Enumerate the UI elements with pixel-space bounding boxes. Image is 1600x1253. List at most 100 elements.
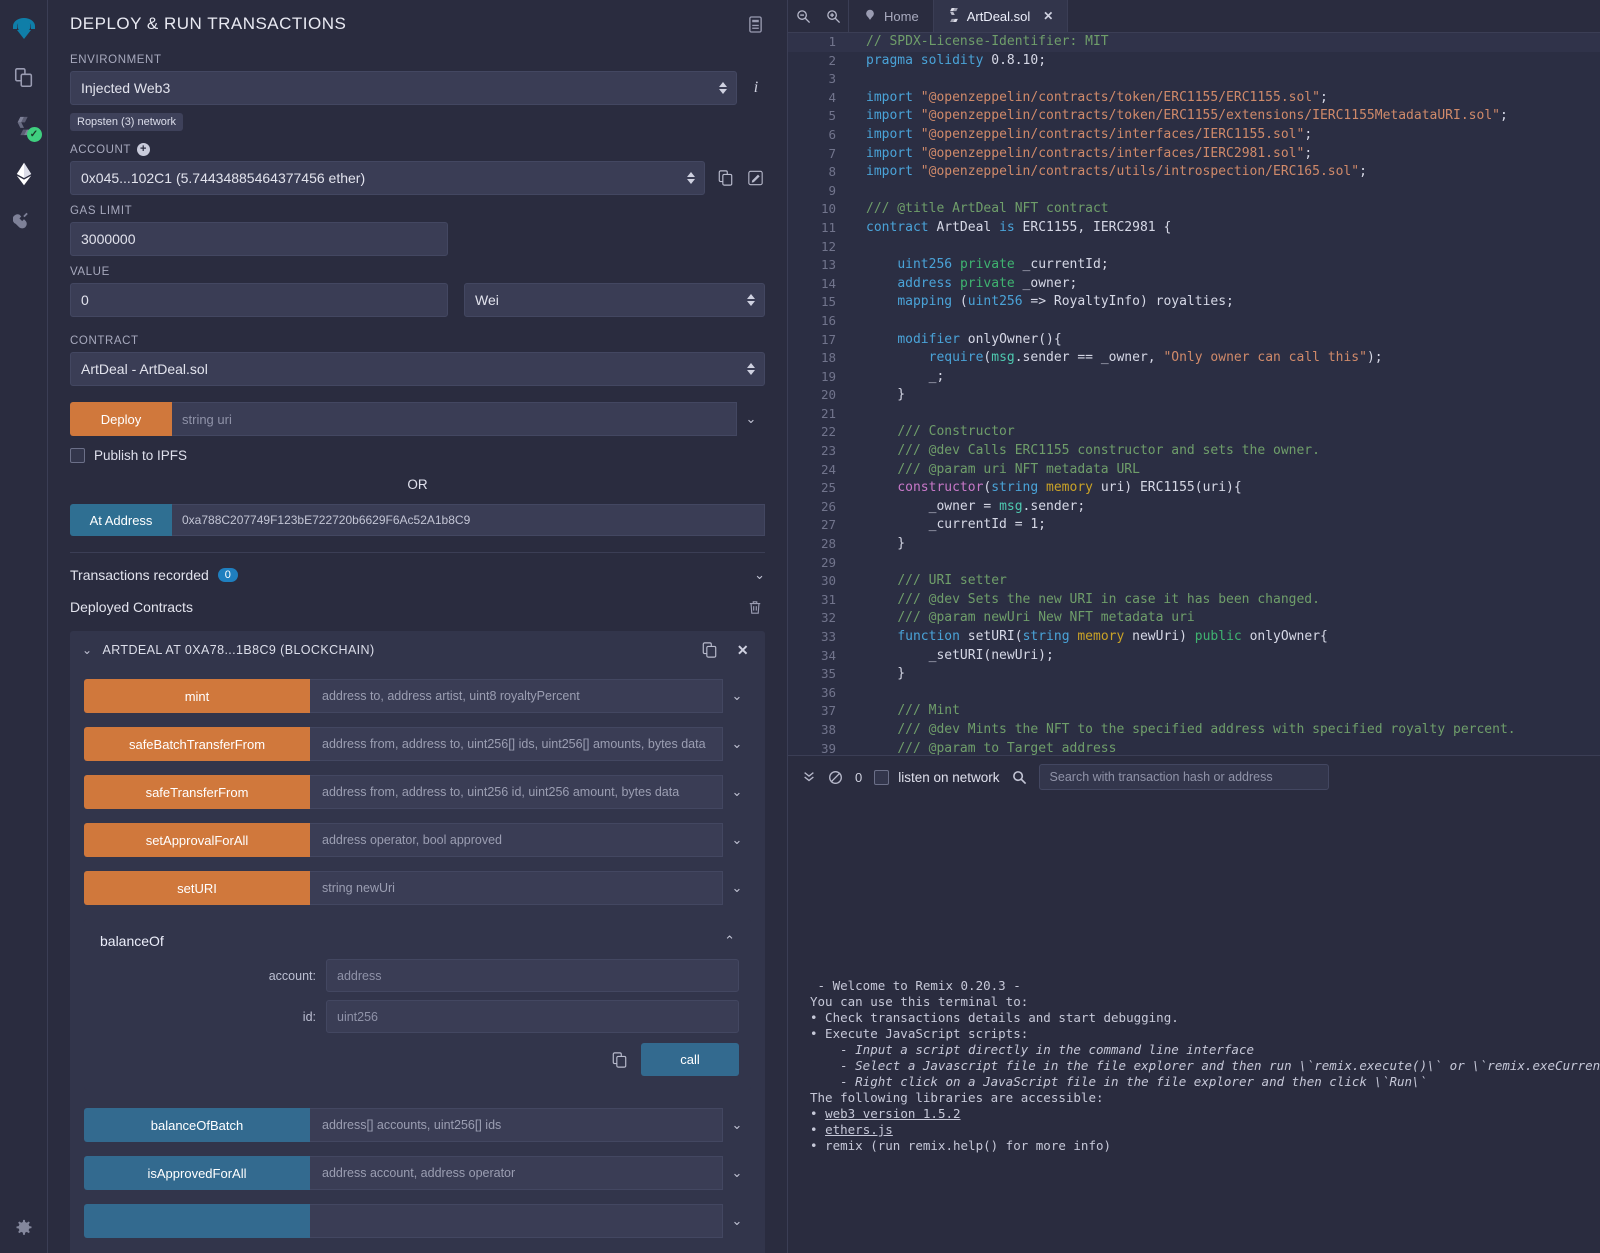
listen-on-network-label: listen on network (898, 769, 1000, 785)
function-button-mint[interactable]: mint (84, 679, 310, 713)
code-text: require(msg.sender == _owner, "Only owne… (928, 350, 1383, 366)
code-line: 17 modifier onlyOwner(){ (788, 331, 1600, 350)
value-input[interactable]: 0 (70, 283, 448, 317)
close-tab-icon[interactable]: ✕ (1043, 9, 1053, 23)
field-input-id[interactable]: uint256 (326, 1000, 739, 1033)
at-address-input[interactable]: 0xa788C207749F123bE722720b6629F6Ac52A1b8… (172, 504, 765, 536)
function-signature[interactable]: address from, address to, uint256[] ids,… (310, 727, 723, 761)
clear-deployed-trash-icon[interactable] (745, 597, 765, 617)
function-signature[interactable]: address operator, bool approved (310, 823, 723, 857)
deploy-run-icon[interactable] (4, 150, 44, 198)
code-line: 39 /// @param to Target address (788, 740, 1600, 755)
terminal-line: • Check transactions details and start d… (810, 1010, 1179, 1025)
transactions-chevron-down-icon[interactable]: ⌄ (754, 567, 765, 583)
tab-home[interactable]: Home (848, 0, 933, 32)
copy-contract-address-icon[interactable] (699, 640, 719, 660)
function-collapse-chevron-up-icon[interactable]: ⌃ (724, 933, 735, 949)
function-expand-chevron-down-icon[interactable]: ⌄ (723, 1108, 751, 1142)
function-signature[interactable]: string newUri (310, 871, 723, 905)
deploy-args-input[interactable]: string uri (172, 402, 737, 436)
function-row: setURI string newUri ⌄ (84, 871, 751, 905)
clear-terminal-icon[interactable] (828, 770, 843, 785)
deploy-row: Deploy string uri ⌄ (70, 402, 765, 436)
publish-ipfs-label: Publish to IPFS (94, 448, 188, 463)
function-signature[interactable]: address to, address artist, uint8 royalt… (310, 679, 723, 713)
settings-icon[interactable] (0, 1219, 48, 1239)
add-account-icon[interactable]: + (137, 143, 151, 156)
copy-account-icon[interactable] (715, 168, 735, 188)
collapse-terminal-chevrons-icon[interactable] (802, 770, 816, 784)
contract-label: CONTRACT (70, 335, 139, 347)
code-line: 31 /// @dev Sets the new URI in case it … (788, 591, 1600, 610)
environment-select[interactable]: Injected Web3 (70, 71, 737, 105)
terminal-search-placeholder: Search with transaction hash or address (1049, 770, 1273, 784)
function-row: safeBatchTransferFrom address from, addr… (84, 727, 751, 761)
call-button[interactable]: call (641, 1043, 739, 1076)
function-expand-chevron-down-icon[interactable]: ⌄ (723, 1156, 751, 1190)
function-button-safetransferfrom[interactable]: safeTransferFrom (84, 775, 310, 809)
function-signature[interactable]: address[] accounts, uint256[] ids (310, 1108, 723, 1142)
environment-info-icon[interactable]: i (747, 79, 765, 97)
function-button-next[interactable] (84, 1204, 310, 1238)
line-number: 15 (820, 294, 836, 310)
function-expand-chevron-down-icon[interactable]: ⌄ (723, 679, 751, 713)
remix-ide: ✓ DEPLOY & RUN TRANSACTIONS ENVIRONMENT … (0, 0, 1600, 1253)
account-select[interactable]: 0x045...102C1 (5.74434885464377456 ether… (70, 161, 705, 195)
collapse-chevron-down-icon[interactable]: ⌄ (82, 643, 92, 657)
publish-ipfs-row[interactable]: Publish to IPFS (70, 448, 765, 463)
sign-message-icon[interactable] (745, 168, 765, 188)
function-expand-chevron-down-icon[interactable]: ⌄ (723, 823, 751, 857)
contracts-list-icon[interactable] (745, 14, 765, 34)
listen-on-network-row[interactable]: listen on network (874, 769, 1000, 785)
function-signature[interactable]: address account, address operator (310, 1156, 723, 1190)
function-expand-chevron-down-icon[interactable]: ⌄ (723, 1204, 751, 1238)
function-expand-chevron-down-icon[interactable]: ⌄ (723, 727, 751, 761)
solidity-compiler-icon[interactable]: ✓ (4, 102, 44, 150)
function-expand-chevron-down-icon[interactable]: ⌄ (723, 775, 751, 809)
copy-calldata-icon[interactable] (609, 1050, 629, 1070)
function-button-isapprovedforall[interactable]: isApprovedForAll (84, 1156, 310, 1190)
tab-artdeal-sol[interactable]: ArtDeal.sol ✕ (932, 0, 1069, 32)
chevron-updown-icon (686, 172, 695, 184)
function-button-setapprovalforall[interactable]: setApprovalForAll (84, 823, 310, 857)
code-text: /// @param newUri New NFT metadata uri (897, 610, 1195, 626)
function-expand-chevron-down-icon[interactable]: ⌄ (723, 871, 751, 905)
contract-select[interactable]: ArtDeal - ArtDeal.sol (70, 352, 765, 386)
line-number: 16 (820, 312, 836, 328)
code-text: _owner = msg.sender; (866, 498, 1086, 514)
function-signature[interactable] (310, 1204, 723, 1238)
terminal-search-input[interactable]: Search with transaction hash or address (1038, 764, 1329, 790)
code-editor[interactable]: 1 // SPDX-License-Identifier: MIT 2 pragma … (788, 33, 1600, 755)
function-button-balanceofbatch[interactable]: balanceOfBatch (84, 1108, 310, 1142)
function-button-seturi[interactable]: setURI (84, 871, 310, 905)
listen-on-network-checkbox[interactable] (874, 769, 890, 785)
zoom-out-icon[interactable] (788, 0, 818, 32)
code-line: 24 /// @param uri NFT metadata URL (788, 461, 1600, 480)
remix-logo-icon[interactable] (4, 6, 44, 54)
publish-ipfs-checkbox[interactable] (70, 448, 85, 463)
plugin-manager-icon[interactable] (4, 198, 44, 246)
line-number: 29 (820, 554, 836, 570)
field-input-account[interactable]: address (326, 959, 739, 992)
code-text: /// @dev Calls ERC1155 constructor and s… (897, 443, 1320, 459)
close-contract-icon[interactable]: ✕ (733, 640, 753, 660)
code-text: uint256 private _currentId; (897, 257, 1109, 273)
gas-limit-input[interactable]: 3000000 (70, 222, 448, 256)
line-number: 6 (828, 126, 836, 142)
at-address-button[interactable]: At Address (70, 504, 172, 536)
deployed-contract-title: ARTDEAL AT 0XA78...1B8C9 (BLOCKCHAIN) (102, 643, 375, 657)
code-text: address private _owner; (897, 275, 1078, 291)
code-line: 10 /// @title ArtDeal NFT contract (788, 200, 1600, 219)
transactions-recorded-section[interactable]: Transactions recorded 0 ⌄ (70, 552, 765, 591)
line-number: 13 (820, 257, 836, 273)
deploy-expand-chevron-down-icon[interactable]: ⌄ (737, 402, 765, 436)
value-unit-select[interactable]: Wei (464, 283, 765, 317)
file-explorer-icon[interactable] (4, 54, 44, 102)
zoom-in-icon[interactable] (818, 0, 848, 32)
terminal-log-count: 0 (855, 769, 863, 785)
deployed-contract-header[interactable]: ⌄ ARTDEAL AT 0XA78...1B8C9 (BLOCKCHAIN) … (70, 631, 765, 669)
function-button-safebatchtransferfrom[interactable]: safeBatchTransferFrom (84, 727, 310, 761)
function-signature[interactable]: address from, address to, uint256 id, ui… (310, 775, 723, 809)
search-icon[interactable] (1012, 770, 1027, 785)
deploy-button[interactable]: Deploy (70, 402, 172, 436)
